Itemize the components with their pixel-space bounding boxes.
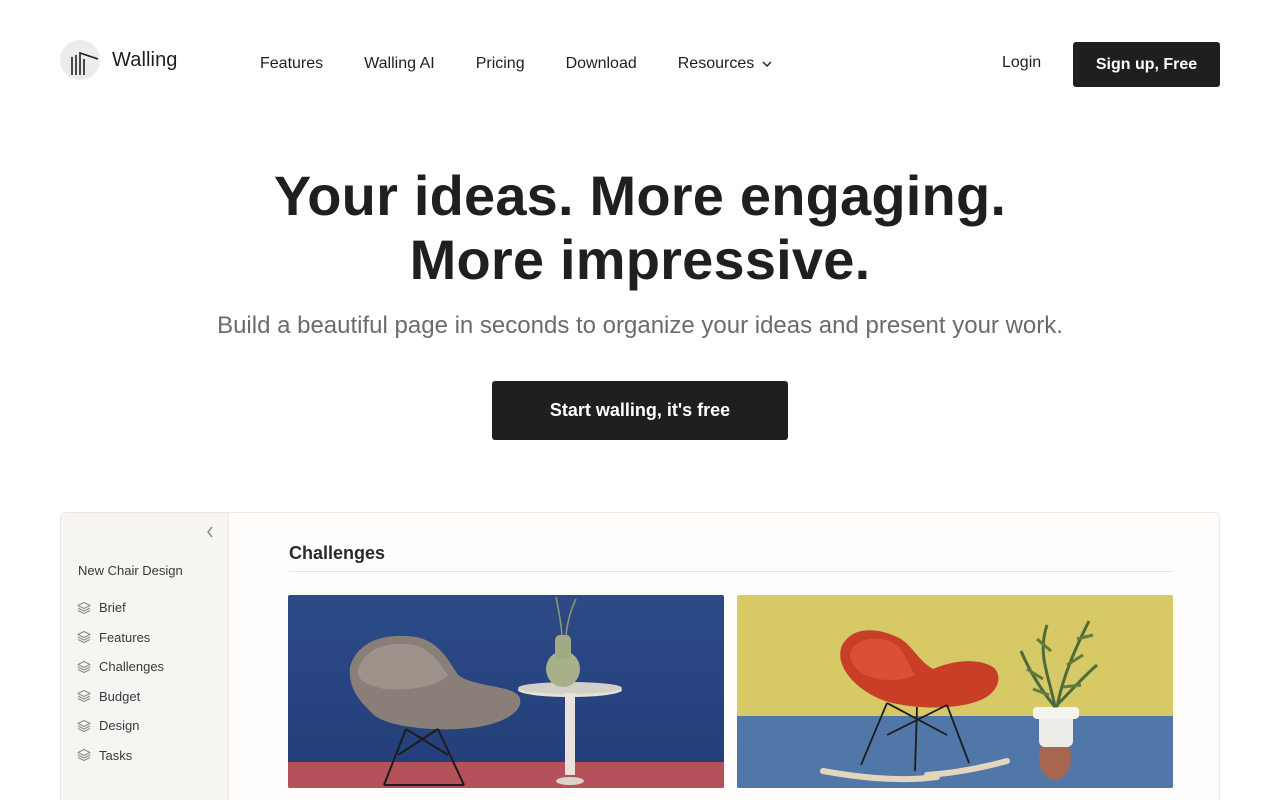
nav-resources-label: Resources [677,55,755,72]
sidebar-item-label: Features [99,629,151,645]
nav-download-label: Download [565,55,637,72]
sidebar-item-features[interactable]: Features [77,623,164,653]
brand-name: Walling [112,48,178,71]
login-link[interactable]: Login [1002,54,1041,72]
section-title: Challenges [289,543,386,563]
brand-logo[interactable]: Walling [60,40,178,80]
collapse-sidebar-icon[interactable] [203,525,217,539]
nav-pricing-label: Pricing [475,55,525,72]
layers-icon [77,660,91,673]
sidebar-item-design[interactable]: Design [77,711,164,741]
start-walling-button[interactable]: Start walling, it's free [492,381,788,440]
preview-sidebar: New Chair Design Brief Features Challeng… [61,513,229,800]
chevron-down-icon [762,61,772,67]
nav-resources-dropdown[interactable]: Resources [678,54,772,74]
nav-features-link[interactable]: Features [260,54,323,74]
grey-chair-image[interactable] [288,595,724,788]
hero-title: Your ideas. More engaging. More impressi… [0,164,1280,292]
section-divider [289,571,1173,572]
nav-download-link[interactable]: Download [566,54,637,74]
sidebar-section-list: Brief Features Challenges Budget Design … [77,593,164,770]
nav-walling-ai-link[interactable]: Walling AI [364,54,435,74]
layers-icon [77,719,91,732]
layers-icon [77,690,91,703]
layers-icon [77,601,91,614]
sidebar-item-budget[interactable]: Budget [77,682,164,712]
nav-pricing-link[interactable]: Pricing [476,54,525,74]
nav-walling-ai-label: Walling AI [364,55,435,72]
layers-icon [77,631,91,644]
sidebar-item-tasks[interactable]: Tasks [77,741,164,771]
sidebar-item-challenges[interactable]: Challenges [77,652,164,682]
hero-title-line-2: More impressive. [409,228,871,291]
top-navigation: Walling Features Walling AI Pricing Down… [0,0,1280,128]
hero-subtitle: Build a beautiful page in seconds to org… [217,312,1063,339]
sidebar-item-label: Brief [99,600,126,616]
sidebar-item-label: Budget [99,688,141,704]
sidebar-item-label: Design [99,718,140,734]
signup-button[interactable]: Sign up, Free [1073,42,1220,87]
project-title: New Chair Design [78,563,183,578]
layers-icon [77,749,91,762]
product-preview: New Chair Design Brief Features Challeng… [60,512,1220,800]
main-menu: Features Walling AI Pricing Download Res… [260,54,813,74]
sidebar-item-label: Tasks [99,747,133,763]
red-rocking-chair-image[interactable] [737,595,1173,788]
sidebar-item-label: Challenges [99,659,165,675]
hero-title-line-1: Your ideas. More engaging. [273,164,1007,227]
nav-features-label: Features [260,55,324,72]
sidebar-item-brief[interactable]: Brief [77,593,164,623]
walling-logo-icon [60,40,100,80]
